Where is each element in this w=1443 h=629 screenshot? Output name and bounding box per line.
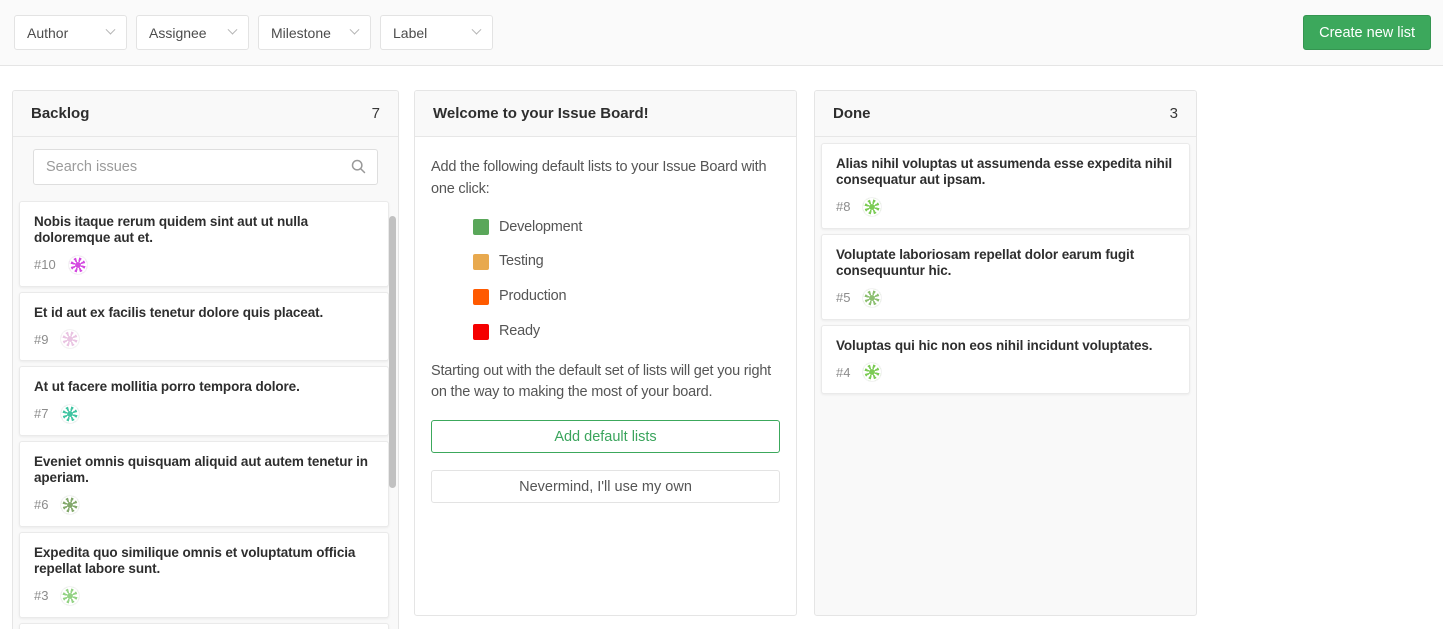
assignee-avatar[interactable] <box>863 363 881 381</box>
issue-number: #10 <box>34 257 56 272</box>
done-list-title: Done <box>833 105 871 122</box>
issue-card[interactable]: At ut facere mollitia porro tempora dolo… <box>19 366 389 435</box>
issue-title: Et id aut ex facilis tenetur dolore quis… <box>34 305 374 321</box>
label-filter-dropdown[interactable]: Label <box>380 15 493 50</box>
search-icon <box>351 159 366 174</box>
default-label-production: Production <box>473 286 780 308</box>
issue-card[interactable]: Nobis itaque rerum quidem sint aut ut nu… <box>19 201 389 287</box>
filter-bar: Author Assignee Milestone Label Create n… <box>0 0 1443 66</box>
assignee-avatar[interactable] <box>61 587 79 605</box>
search-issues-input[interactable] <box>33 149 378 185</box>
create-new-list-button[interactable]: Create new list <box>1303 15 1431 50</box>
label-name: Production <box>499 286 566 308</box>
assignee-avatar[interactable] <box>61 496 79 514</box>
backlog-list-title: Backlog <box>31 105 89 122</box>
board-list-backlog: Backlog 7 Nobis itaque rerum quidem sint… <box>12 90 399 629</box>
issue-number: #3 <box>34 588 48 603</box>
issue-card[interactable]: Eveniet omnis quisquam aliquid aut autem… <box>19 441 389 527</box>
backlog-card-list: Nobis itaque rerum quidem sint aut ut nu… <box>13 195 398 629</box>
issue-title: Voluptas qui hic non eos nihil incidunt … <box>836 338 1175 354</box>
filter-dropdowns: Author Assignee Milestone Label <box>14 15 493 50</box>
issue-number: #6 <box>34 497 48 512</box>
welcome-intro-text: Add the following default lists to your … <box>431 157 780 201</box>
issue-title: Eveniet omnis quisquam aliquid aut autem… <box>34 454 374 487</box>
default-label-development: Development <box>473 217 780 239</box>
issue-card[interactable]: Voluptate laboriosam repellat dolor earu… <box>821 234 1190 320</box>
welcome-panel-body: Add the following default lists to your … <box>415 137 796 523</box>
author-filter-dropdown[interactable]: Author <box>14 15 127 50</box>
chevron-down-icon <box>472 25 482 35</box>
welcome-panel-header: Welcome to your Issue Board! <box>415 91 796 137</box>
nevermind-button[interactable]: Nevermind, I'll use my own <box>431 470 780 503</box>
assignee-avatar[interactable] <box>61 405 79 423</box>
chevron-down-icon <box>350 25 360 35</box>
label-name: Ready <box>499 321 540 343</box>
label-color-swatch <box>473 219 489 235</box>
backlog-scrollbar-thumb[interactable] <box>389 216 396 488</box>
done-issue-count: 3 <box>1170 105 1178 122</box>
issue-card[interactable]: Expedita quo similique omnis et voluptat… <box>19 532 389 618</box>
label-color-swatch <box>473 254 489 270</box>
label-name: Testing <box>499 251 544 273</box>
add-default-lists-button[interactable]: Add default lists <box>431 420 780 453</box>
label-color-swatch <box>473 289 489 305</box>
chevron-down-icon <box>228 25 238 35</box>
default-label-list: Development Testing Production Ready <box>431 217 780 343</box>
chevron-down-icon <box>106 25 116 35</box>
issue-number: #7 <box>34 406 48 421</box>
issue-card[interactable]: Et id aut ex facilis tenetur dolore quis… <box>19 292 389 361</box>
default-label-ready: Ready <box>473 321 780 343</box>
label-filter-label: Label <box>393 25 427 41</box>
welcome-panel-title: Welcome to your Issue Board! <box>433 105 649 122</box>
assignee-filter-label: Assignee <box>149 25 207 41</box>
issue-card[interactable]: Voluptas qui hic non eos nihil incidunt … <box>821 325 1190 394</box>
assignee-avatar[interactable] <box>61 330 79 348</box>
assignee-avatar[interactable] <box>863 198 881 216</box>
assignee-filter-dropdown[interactable]: Assignee <box>136 15 249 50</box>
assignee-avatar[interactable] <box>69 256 87 274</box>
issue-number: #9 <box>34 332 48 347</box>
board-list-done: Done 3 Alias nihil voluptas ut assumenda… <box>814 90 1197 616</box>
issue-title: Alias nihil voluptas ut assumenda esse e… <box>836 156 1175 189</box>
issue-card[interactable]: Alias nihil voluptas ut assumenda esse e… <box>821 143 1190 229</box>
issue-card-partially-visible[interactable] <box>19 623 389 629</box>
issue-title: Nobis itaque rerum quidem sint aut ut nu… <box>34 214 374 247</box>
backlog-issue-count: 7 <box>372 105 380 122</box>
backlog-list-header: Backlog 7 <box>13 91 398 137</box>
author-filter-label: Author <box>27 25 68 41</box>
done-card-list: Alias nihil voluptas ut assumenda esse e… <box>815 137 1196 405</box>
label-name: Development <box>499 217 582 239</box>
issue-number: #5 <box>836 290 850 305</box>
issue-number: #4 <box>836 365 850 380</box>
issue-title: Expedita quo similique omnis et voluptat… <box>34 545 374 578</box>
issue-number: #8 <box>836 199 850 214</box>
board-welcome-panel: Welcome to your Issue Board! Add the fol… <box>414 90 797 616</box>
issue-title: At ut facere mollitia porro tempora dolo… <box>34 379 374 395</box>
label-color-swatch <box>473 324 489 340</box>
milestone-filter-label: Milestone <box>271 25 331 41</box>
assignee-avatar[interactable] <box>863 289 881 307</box>
backlog-search-area <box>13 137 398 195</box>
milestone-filter-dropdown[interactable]: Milestone <box>258 15 371 50</box>
done-list-header: Done 3 <box>815 91 1196 137</box>
issue-title: Voluptate laboriosam repellat dolor earu… <box>836 247 1175 280</box>
welcome-outro-text: Starting out with the default set of lis… <box>431 361 780 405</box>
default-label-testing: Testing <box>473 251 780 273</box>
